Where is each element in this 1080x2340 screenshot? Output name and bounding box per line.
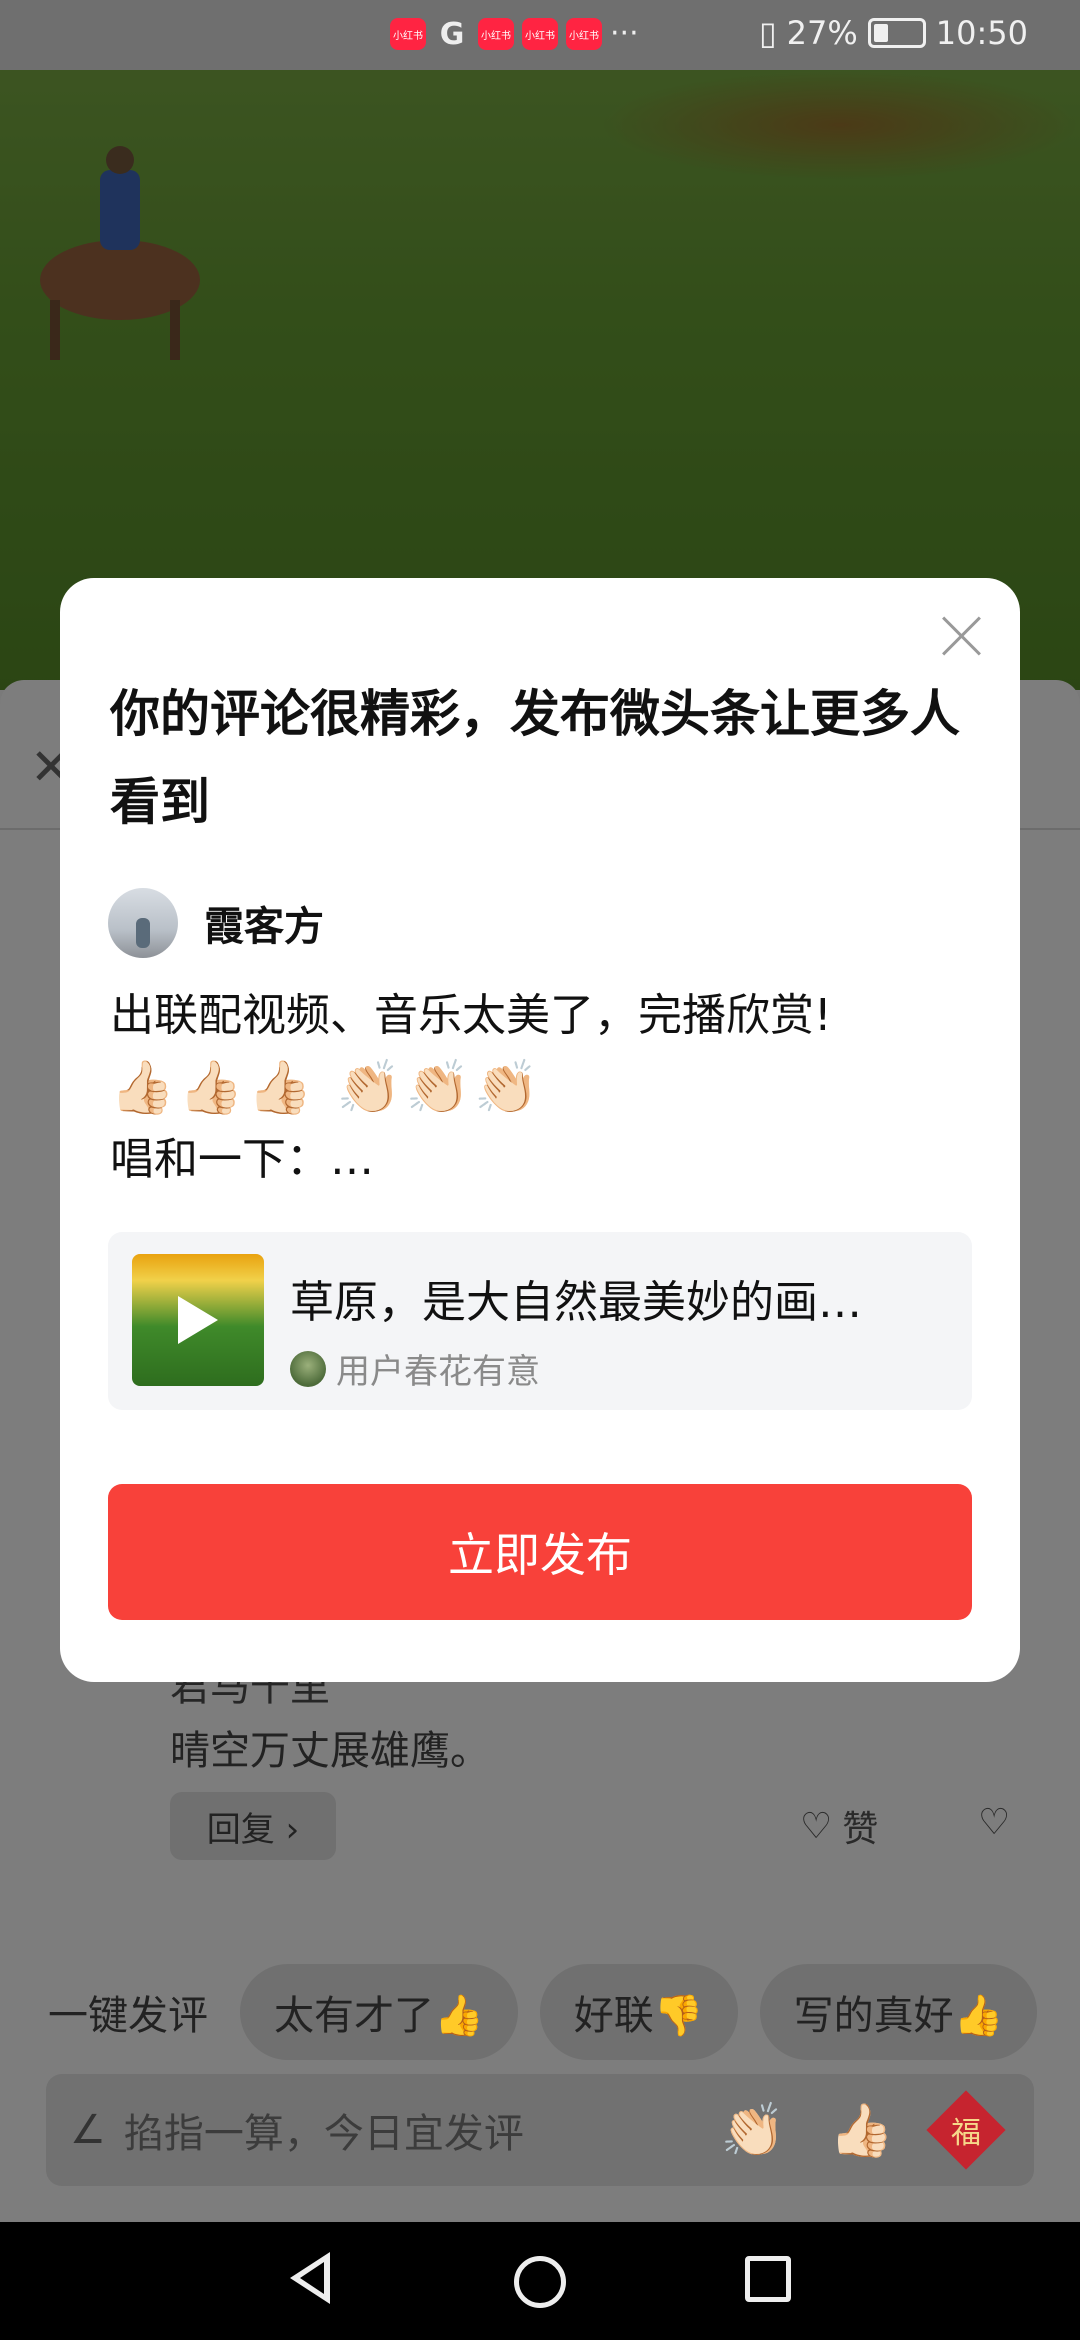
battery-icon xyxy=(867,18,926,48)
xiaohongshu-icon: 小红书 xyxy=(566,18,602,50)
publish-dialog: 你的评论很精彩，发布微头条让更多人看到 霞客方 出联配视频、音乐太美了，完播欣赏… xyxy=(60,578,1020,1682)
publish-button[interactable]: 立即发布 xyxy=(108,1484,972,1620)
like-label: 赞 xyxy=(842,1809,879,1850)
avatar xyxy=(290,1350,326,1387)
linked-video-card[interactable]: 草原，是大自然最美妙的画… 用户春花有意 xyxy=(108,1232,972,1410)
comment-line: 晴空万丈展雄鹰。 xyxy=(170,1728,490,1774)
comment-line: 唱和一下：… xyxy=(110,1134,374,1185)
comment-line: 出联配视频、音乐太美了，完播欣赏! xyxy=(110,990,832,1041)
video-thumbnail xyxy=(132,1254,264,1386)
like-button[interactable]: ♡ 赞 xyxy=(800,1800,878,1852)
status-bar: 小红书 G 小红书 小红书 小红书 ··· ▯ 27% 10:50 xyxy=(0,0,1080,70)
video-author-name: 用户春花有意 xyxy=(336,1352,540,1392)
status-right: ▯ 27% 10:50 xyxy=(759,14,1028,52)
heart-icon: ♡ xyxy=(800,1805,833,1847)
reply-button[interactable]: 回复 › xyxy=(170,1792,336,1860)
comment-emojis: 👍🏻👍🏻👍🏻 👏🏻👏🏻👏🏻 xyxy=(110,1058,544,1118)
broken-heart-icon[interactable]: ♡ xyxy=(978,1802,1010,1843)
quick-comment-bar: 一键发评 太有才了👍 好联👎 写的真好👍 xyxy=(0,1958,1080,2066)
quick-comment-chip[interactable]: 好联👎 xyxy=(539,1964,738,2060)
battery-percent: 27% xyxy=(786,14,858,52)
comment-input-bar[interactable]: ∠ 掐指一算，今日宜发评 👏🏻 👍🏻 福 xyxy=(46,2074,1034,2186)
author-name: 霞客方 xyxy=(204,904,324,950)
more-notifications-icon: ··· xyxy=(610,16,639,51)
quick-comment-title: 一键发评 xyxy=(48,1993,208,2039)
system-nav-bar xyxy=(0,2222,1080,2340)
dialog-title: 你的评论很精彩，发布微头条让更多人看到 xyxy=(110,685,960,831)
quick-comment-chip[interactable]: 太有才了👍 xyxy=(240,1964,518,2060)
video-title: 草原，是大自然最美妙的画… xyxy=(290,1277,862,1328)
xiaohongshu-icon: 小红书 xyxy=(390,18,426,50)
play-icon xyxy=(178,1296,218,1344)
fu-button[interactable]: 福 xyxy=(926,2090,1006,2170)
video-author: 用户春花有意 xyxy=(290,1344,540,1393)
comment-input[interactable]: 掐指一算，今日宜发评 xyxy=(124,2101,721,2159)
quick-comment-chip[interactable]: 写的真好👍 xyxy=(759,1964,1038,2060)
thumb-emoji-button[interactable]: 👍🏻 xyxy=(829,2100,894,2161)
xiaohongshu-icon: 小红书 xyxy=(478,18,514,50)
vibrate-icon: ▯ xyxy=(759,14,777,52)
xiaohongshu-icon: 小红书 xyxy=(522,18,558,50)
home-icon[interactable] xyxy=(514,2256,566,2308)
comment-author: 霞客方 xyxy=(108,888,324,958)
google-icon: G xyxy=(439,16,465,52)
notification-icons: 小红书 G 小红书 小红书 小红书 ··· xyxy=(390,16,639,52)
pencil-icon: ∠ xyxy=(70,2107,106,2153)
recents-icon[interactable] xyxy=(745,2256,791,2302)
close-icon[interactable] xyxy=(940,614,982,656)
comment-body: 出联配视频、音乐太美了，完播欣赏! 👍🏻👍🏻👍🏻 👏🏻👏🏻👏🏻 唱和一下：… xyxy=(110,980,980,1196)
fu-icon: 福 xyxy=(951,2116,981,2151)
back-icon[interactable] xyxy=(290,2252,330,2304)
clap-emoji-button[interactable]: 👏🏻 xyxy=(721,2100,786,2161)
clock: 10:50 xyxy=(935,14,1028,52)
avatar xyxy=(108,888,178,958)
